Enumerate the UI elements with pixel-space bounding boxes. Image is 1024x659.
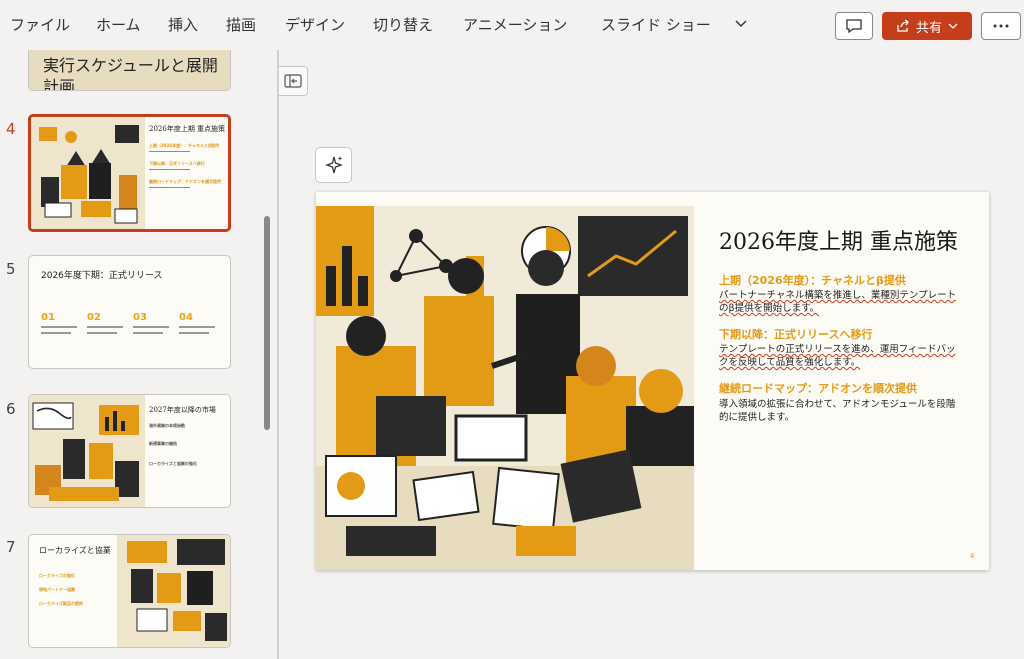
tab-file[interactable]: ファイル	[10, 14, 70, 35]
section-body[interactable]: パートナーチャネル構築を推進し、業種別テンプレートのβ提供を開始します。	[719, 289, 959, 315]
slide-thumb-5[interactable]: 2026年度下期：正式リリース 01 02 03 04	[28, 255, 231, 369]
collapse-panel-icon	[284, 74, 302, 88]
comment-icon	[846, 19, 862, 34]
collapse-panel-button[interactable]	[279, 66, 308, 96]
more-options-button[interactable]	[981, 12, 1021, 40]
thumb-6-illustration	[29, 395, 145, 507]
tab-animations[interactable]: アニメーション	[463, 14, 567, 35]
thumb-4-text: ━━━━━━━━━━━━━━━━━	[149, 185, 190, 190]
thumb-6-line: 新規事業の開拓	[149, 441, 177, 446]
slide-page-number: 4	[970, 552, 975, 560]
share-icon	[897, 19, 909, 32]
slide-thumbnail-panel[interactable]: 実行スケジュールと展開計画 4 2026年度上期 重点施策 上期（2026年度）…	[0, 50, 276, 659]
thumb-5-title: 2026年度下期：正式リリース	[41, 271, 163, 281]
thumb-6-line: ローカライズと協業の強化	[149, 461, 197, 466]
panel-scrollbar[interactable]	[264, 216, 270, 430]
current-slide[interactable]: 2026年度上期 重点施策 上期（2026年度）：チャネルとβ提供 パートナーチ…	[316, 192, 989, 570]
thumb-3-title: 実行スケジュールと展開計画	[43, 56, 218, 91]
chevron-down-icon[interactable]	[734, 18, 748, 30]
thumb-7-illustration	[117, 535, 230, 647]
more-icon	[993, 24, 1009, 28]
section-heading[interactable]: 上期（2026年度）：チャネルとβ提供	[719, 272, 906, 288]
thumb-6-line: 海外展開の本格始動	[149, 423, 185, 428]
tab-insert[interactable]: 挿入	[168, 14, 198, 35]
designer-button[interactable]	[315, 147, 352, 183]
step-number: 01	[41, 312, 55, 323]
step-number: 04	[179, 312, 193, 323]
slide-thumb-3-partial[interactable]: 実行スケジュールと展開計画	[28, 50, 231, 91]
slide-number: 7	[6, 538, 16, 556]
thumb-6-title: 2027年度以降の市場	[149, 406, 216, 414]
slide-illustration[interactable]	[316, 206, 694, 570]
slide-number: 6	[6, 400, 16, 418]
tab-home[interactable]: ホーム	[96, 14, 141, 35]
thumb-7-line: ローカライズの強化	[39, 573, 75, 578]
share-button[interactable]: 共有	[882, 12, 972, 40]
thumb-4-text: ━━━━━━━━━━━━━━━━━	[149, 149, 190, 154]
step-number: 02	[87, 312, 101, 323]
thumb-7-title: ローカライズと協業	[39, 546, 111, 555]
panel-divider[interactable]	[277, 50, 279, 659]
thumb-5-step-text	[41, 326, 215, 334]
thumb-7-line: ローカライズ製品の提供	[39, 601, 83, 606]
slide-number: 5	[6, 260, 16, 278]
share-label: 共有	[915, 20, 942, 36]
chevron-down-icon	[948, 23, 958, 29]
slide-title[interactable]: 2026年度上期 重点施策	[719, 228, 959, 257]
section-heading[interactable]: 下期以降：正式リリースへ移行	[719, 326, 872, 342]
slide-thumb-7[interactable]: ローカライズと協業 ローカライズの強化 現地パートナー協業 ローカライズ製品の提…	[28, 534, 231, 648]
thumb-7-line: 現地パートナー協業	[39, 587, 75, 592]
slide-thumb-6[interactable]: 2027年度以降の市場 海外展開の本格始動 新規事業の開拓 ローカライズと協業の…	[28, 394, 231, 508]
section-body[interactable]: テンプレートの正式リリースを進め、運用フィードバックを反映して品質を強化します。	[719, 343, 959, 369]
thumb-4-text: ━━━━━━━━━━━━━━━━━	[149, 167, 190, 172]
designer-sparkle-icon	[324, 156, 343, 174]
slide-number: 4	[6, 120, 16, 138]
step-number: 03	[133, 312, 147, 323]
thumb-4-illustration	[31, 117, 145, 229]
tab-slideshow[interactable]: スライド ショー	[601, 14, 711, 35]
section-heading[interactable]: 継続ロードマップ：アドオンを順次提供	[719, 380, 917, 396]
comment-button[interactable]	[835, 12, 873, 40]
tab-draw[interactable]: 描画	[226, 14, 256, 35]
tab-design[interactable]: デザイン	[285, 14, 345, 35]
tab-transitions[interactable]: 切り替え	[373, 14, 433, 35]
thumb-4-title: 2026年度上期 重点施策	[149, 125, 226, 133]
section-body[interactable]: 導入領域の拡張に合わせて、アドオンモジュールを段階的に提供します。	[719, 398, 959, 424]
ribbon: ファイル ホーム 挿入 描画 デザイン 切り替え アニメーション スライド ショ…	[0, 0, 1024, 50]
slide-thumb-4[interactable]: 2026年度上期 重点施策 上期（2026年度）：チャネルとβ提供 ━━━━━━…	[28, 114, 231, 232]
